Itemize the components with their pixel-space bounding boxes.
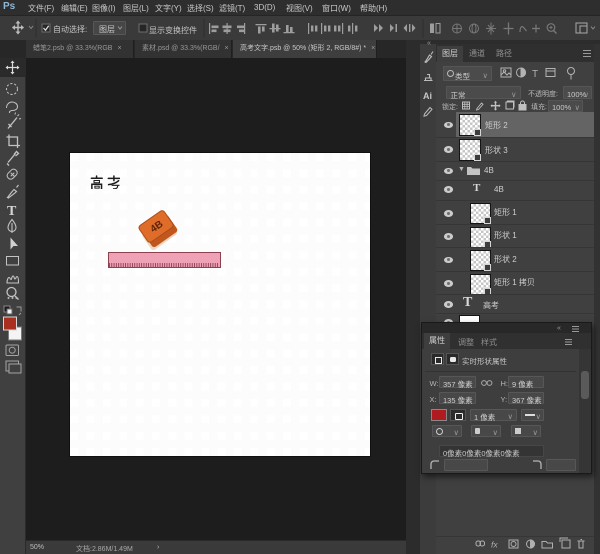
svg-text:fx: fx [491, 540, 498, 550]
svg-text:T: T [532, 69, 538, 80]
svg-text:Ai: Ai [423, 91, 432, 101]
svg-text:T: T [7, 204, 17, 219]
